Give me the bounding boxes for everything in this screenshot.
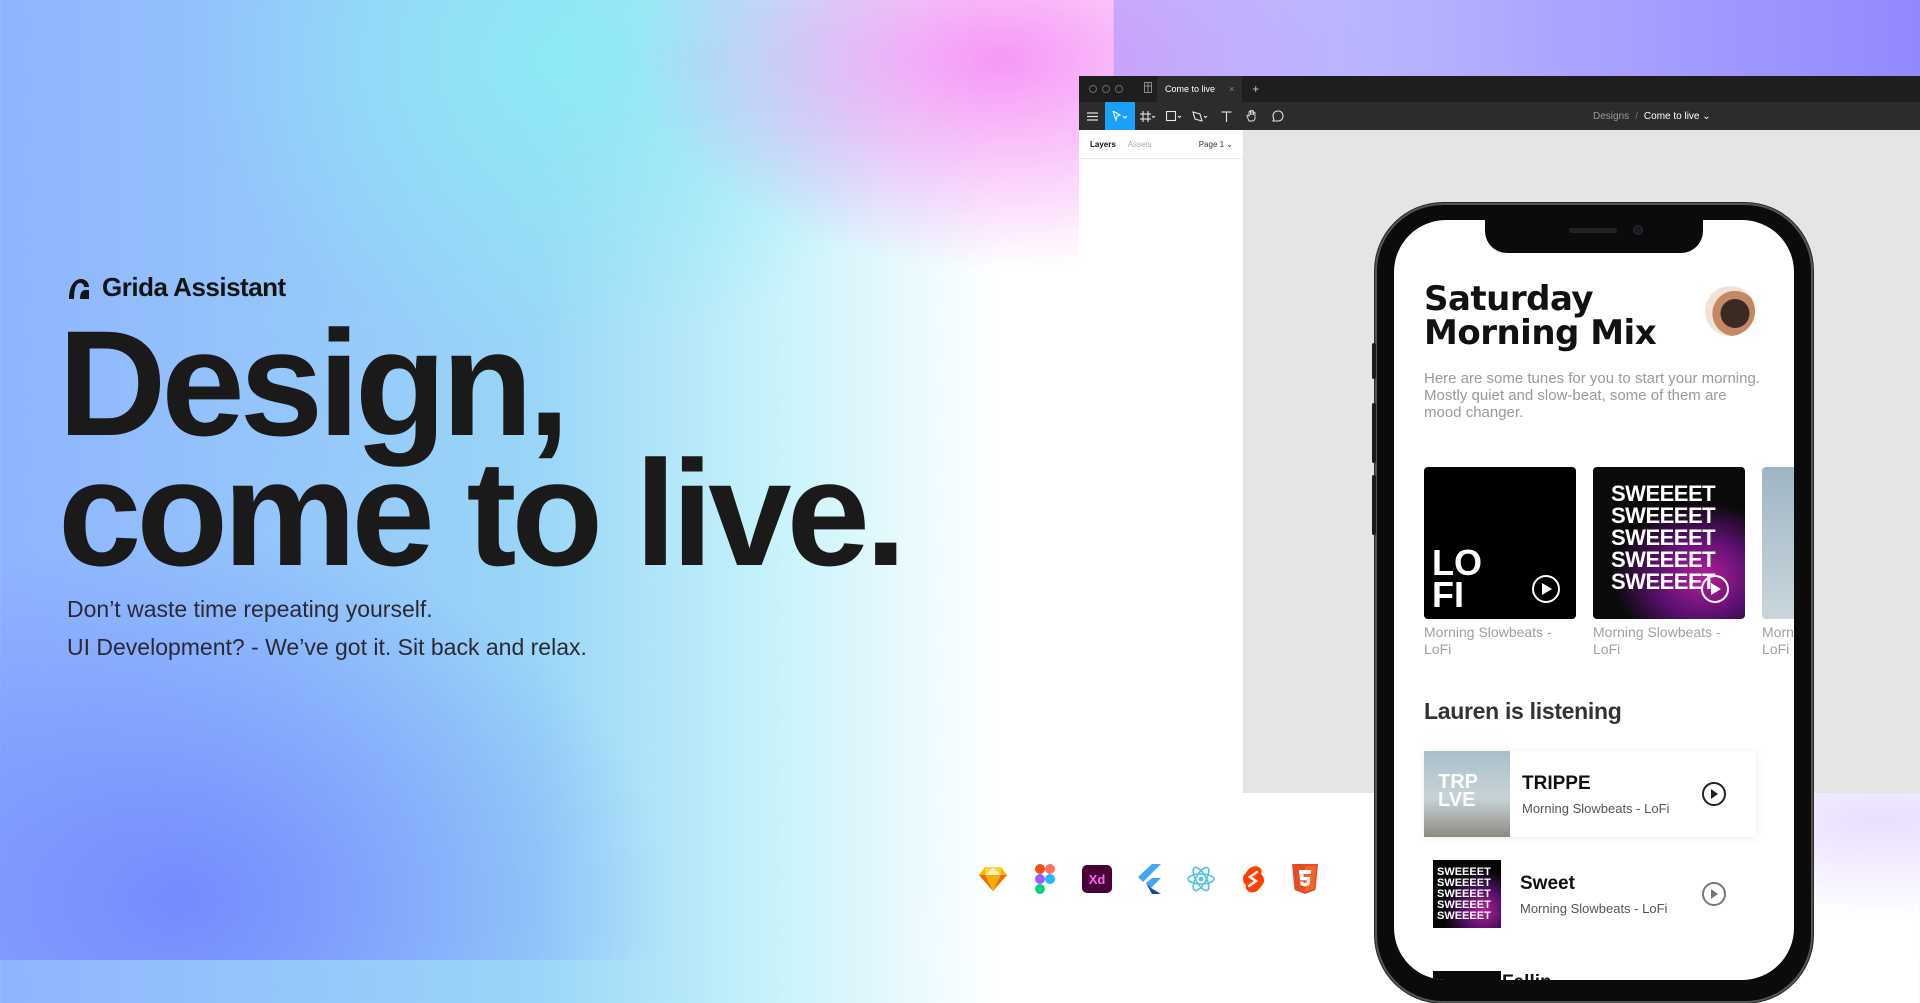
hero-title: Design, come to live. (58, 308, 907, 597)
card-label: Morning Slowbeats - LoFi (1593, 624, 1721, 657)
grida-logo-icon (69, 278, 89, 299)
playlist-card[interactable]: SWEEEET SWEEEET SWEEEET SWEEEET SWEEEET … (1593, 467, 1745, 658)
track-title: Fallin (1502, 972, 1552, 980)
album-cover: SWEEEET SWEEEET SWEEEET SWEEEET SWEEEET (1593, 467, 1745, 619)
hero-title-line-2: come to live. (58, 429, 907, 597)
track-subtitle: Morning Slowbeats - LoFi (1520, 900, 1668, 916)
play-icon[interactable] (1702, 882, 1726, 906)
pen-tool-icon[interactable] (1187, 102, 1213, 130)
track-subtitle: Morning Slowbeats - LoFi (1522, 800, 1670, 816)
hero-subtitle-line-2: UI Development? - We’ve got it. Sit back… (67, 634, 587, 660)
play-icon[interactable] (1702, 782, 1726, 806)
main-menu-icon[interactable] (1079, 102, 1105, 130)
panel-tabs: Layers Assets Page 1 ⌄ (1079, 130, 1243, 159)
track-cover-text: SWEEEET SWEEEET SWEEEET SWEEEET SWEEEET (1437, 866, 1491, 922)
hero-subtitle: Don’t waste time repeating yourself. UI … (67, 590, 587, 666)
track-cover: TRP LVE (1424, 751, 1510, 837)
card-label: Morn LoFi (1762, 624, 1794, 657)
play-icon[interactable] (1532, 575, 1560, 603)
breadcrumb-separator: / (1635, 110, 1638, 122)
figma-tab-bar: Come to live × + (1079, 76, 1920, 102)
track-cover (1433, 971, 1501, 980)
playlist-card[interactable]: Morn LoFi (1762, 467, 1794, 658)
play-icon[interactable] (1701, 575, 1729, 603)
figma-icon (1030, 864, 1060, 894)
phone-side-button (1372, 343, 1376, 379)
hand-tool-icon[interactable] (1239, 102, 1265, 130)
playlist-title: Saturday Morning Mix (1424, 279, 1657, 353)
figma-toolbar: Designs / Come to live ⌄ (1079, 102, 1920, 130)
react-icon (1186, 864, 1216, 894)
text-tool-icon[interactable] (1213, 102, 1239, 130)
album-cover (1762, 467, 1794, 619)
figma-home-icon[interactable] (1139, 82, 1157, 96)
shape-tool-icon[interactable] (1161, 102, 1187, 130)
supported-tools: Xd (978, 864, 1320, 894)
breadcrumb: Designs / Come to live ⌄ (1593, 102, 1711, 130)
breadcrumb-designs[interactable]: Designs (1593, 111, 1629, 122)
tab-assets[interactable]: Assets (1128, 140, 1152, 149)
comment-tool-icon[interactable] (1265, 102, 1291, 130)
layers-panel: Layers Assets Page 1 ⌄ (1079, 130, 1244, 793)
tab-layers[interactable]: Layers (1090, 140, 1116, 149)
phone-screen: Saturday Morning Mix Here are some tunes… (1394, 220, 1794, 980)
track-title: TRIPPE (1522, 772, 1591, 794)
album-cover-text: SWEEEET SWEEEET SWEEEET SWEEEET SWEEEET (1611, 481, 1716, 594)
hero-subtitle-line-1: Don’t waste time repeating yourself. (67, 596, 433, 622)
track-cover: SWEEEET SWEEEET SWEEEET SWEEEET SWEEEET (1433, 860, 1501, 928)
sketch-icon (978, 864, 1008, 894)
tab-close-icon[interactable]: × (1229, 84, 1234, 94)
track-row[interactable]: TRP LVE TRIPPE Morning Slowbeats - LoFi (1424, 751, 1756, 837)
move-tool-icon[interactable] (1105, 102, 1135, 130)
flutter-icon (1134, 864, 1164, 894)
phone-notch (1485, 220, 1703, 253)
card-label: Morning Slowbeats - LoFi (1424, 624, 1552, 657)
phone-mockup: Saturday Morning Mix Here are some tunes… (1372, 203, 1813, 1003)
playlist-title-line-2: Morning Mix (1424, 313, 1657, 353)
playlist-cards: LO FI Morning Slowbeats - LoFi SWEEEET S… (1424, 467, 1794, 658)
playlist-description: Here are some tunes for you to start you… (1424, 370, 1760, 421)
phone-side-button (1372, 403, 1376, 463)
playlist-card[interactable]: LO FI Morning Slowbeats - LoFi (1424, 467, 1576, 658)
breadcrumb-file[interactable]: Come to live ⌄ (1644, 111, 1711, 122)
album-cover: LO FI (1424, 467, 1576, 619)
track-row[interactable]: SWEEEET SWEEEET SWEEEET SWEEEET SWEEEET … (1424, 851, 1756, 937)
html5-icon (1290, 864, 1320, 894)
frame-tool-icon[interactable] (1135, 102, 1161, 130)
tab-come-to-live[interactable]: Come to live × (1157, 76, 1243, 102)
playlist-title-line-1: Saturday (1424, 279, 1594, 319)
section-title: Lauren is listening (1424, 698, 1622, 724)
window-controls[interactable] (1079, 85, 1139, 93)
svelte-icon (1238, 864, 1268, 894)
page-selector[interactable]: Page 1 ⌄ (1199, 140, 1233, 149)
track-title: Sweet (1520, 872, 1575, 894)
svg-text:Xd: Xd (1089, 872, 1106, 887)
phone-side-button (1372, 475, 1376, 535)
new-tab-button[interactable]: + (1252, 82, 1259, 96)
avatar[interactable] (1705, 286, 1755, 336)
tab-label: Come to live (1165, 84, 1216, 94)
album-cover-text: LO FI (1432, 542, 1482, 615)
track-cover-text: TRP LVE (1438, 771, 1478, 811)
xd-icon: Xd (1082, 864, 1112, 894)
